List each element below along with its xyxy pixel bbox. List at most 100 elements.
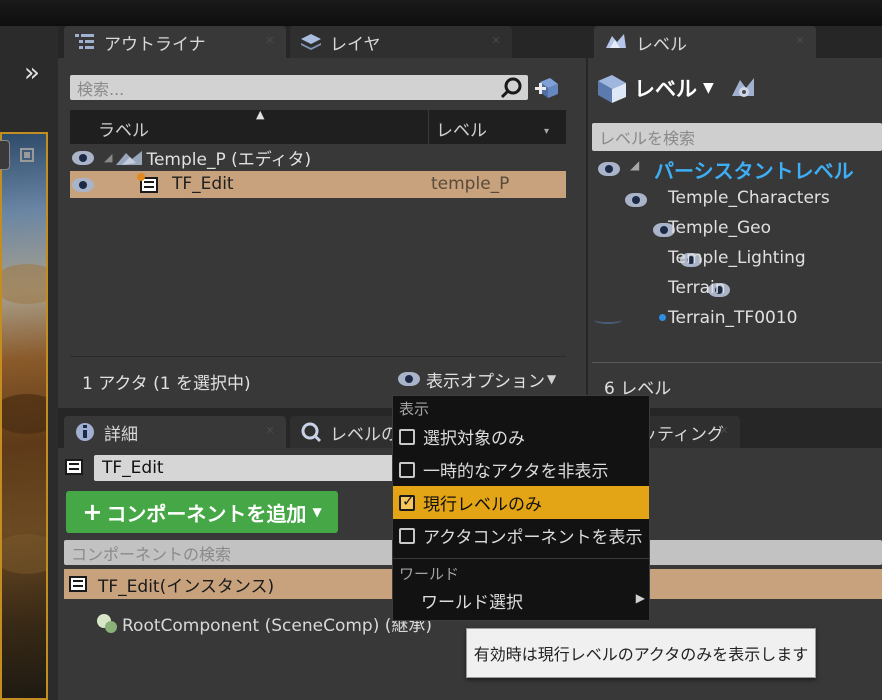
add-actor-icon[interactable] (534, 74, 562, 100)
level-item[interactable]: Temple_Geo (668, 218, 771, 238)
close-tab-icon[interactable]: ✕ (794, 35, 806, 47)
outliner-icon (75, 34, 94, 49)
sort-ascending-icon: ▲ (256, 108, 265, 121)
outliner-status-text: 1 アクタ (1 を選択中) (82, 374, 251, 394)
details-icon (76, 423, 94, 441)
close-tab-icon[interactable]: ✕ (264, 35, 276, 47)
close-tab-icon[interactable]: ✕ (718, 425, 730, 437)
tree-root-label: Temple_P (エディタ) (146, 150, 312, 170)
menu-item-current-level-only[interactable]: 現行レベルのみ (393, 486, 649, 519)
maximize-viewport-icon[interactable] (20, 148, 34, 162)
level-details-icon[interactable] (730, 74, 756, 100)
checkbox-unchecked[interactable] (399, 527, 415, 544)
menu-item-show-actor-components[interactable]: アクタコンポーネントを表示 (393, 519, 649, 552)
visibility-eye-icon[interactable] (625, 193, 648, 207)
tab-layers-label: レイヤ (330, 34, 381, 55)
checkbox-unchecked[interactable] (399, 428, 415, 445)
outliner-search-placeholder: 検索... (77, 79, 125, 99)
tab-levels-label: レベル (636, 34, 687, 55)
view-options-button[interactable]: 表示オプション ▼ (398, 367, 557, 392)
level-status-dot (659, 314, 666, 321)
root-component-label: RootComponent (SceneComp) (継承) (122, 615, 433, 636)
scene-component-icon (97, 614, 117, 633)
levels-icon (606, 34, 626, 48)
expand-arrow-icon[interactable]: ◢ (630, 158, 639, 172)
column-level[interactable]: レベル (436, 116, 487, 141)
tooltip-text: 有効時は現行レベルのアクタのみを表示します (473, 645, 809, 664)
outliner-search-input[interactable]: 検索... (70, 75, 528, 100)
world-icon (116, 150, 143, 165)
tab-level-details-label: レベルの (330, 424, 398, 445)
divider (592, 362, 882, 363)
menu-item-label: 一時的なアクタを非表示 (423, 462, 609, 482)
menu-item-label: 現行レベルのみ (423, 495, 542, 515)
tree-selected-level: temple_P (431, 174, 510, 194)
chevron-down-icon: ▼ (547, 372, 557, 386)
menu-item-label: 選択対象のみ (423, 429, 525, 449)
view-options-label: 表示オプション (426, 371, 545, 392)
actor-name-input[interactable]: TF_Edit (94, 455, 394, 481)
outliner-column-header: ラベル ▲ レベル ▾ (70, 108, 566, 144)
visibility-eye-icon[interactable] (72, 150, 94, 165)
menu-separator (393, 558, 649, 559)
column-label[interactable]: ラベル (98, 116, 149, 141)
chevron-down-icon: ▼ (312, 505, 322, 519)
close-tab-icon[interactable]: ✕ (264, 425, 276, 437)
component-instance-label: TF_Edit(インスタンス) (98, 576, 275, 597)
divider (70, 356, 566, 357)
tab-details[interactable]: 詳細 ✕ (64, 416, 286, 448)
visibility-eye-icon[interactable] (72, 177, 94, 192)
column-options-icon[interactable]: ▾ (544, 126, 549, 137)
actor-icon (137, 173, 158, 193)
level-item[interactable]: Temple_Lighting (668, 248, 806, 268)
plus-icon: + (82, 498, 103, 526)
view-options-eye-icon (398, 372, 420, 386)
add-component-button[interactable]: + コンポーネントを追加 ▼ (66, 491, 338, 533)
title-bar (0, 0, 882, 26)
tab-outliner-label: アウトライナ (104, 34, 206, 55)
level-search-tab-icon (301, 422, 322, 443)
root-component-row[interactable]: RootComponent (SceneComp) (継承) (94, 610, 432, 636)
actor-icon (65, 459, 83, 475)
tab-levels[interactable]: レベル ✕ (594, 26, 816, 58)
level-item[interactable]: Temple_Characters (668, 188, 830, 208)
tree-row-root[interactable]: ◢ Temple_P (エディタ) (70, 144, 566, 171)
chevron-right-icon: ▶ (635, 591, 645, 605)
add-component-label: コンポーネントを追加 (106, 501, 307, 526)
view-options-menu: 表示 選択対象のみ 一時的なアクタを非表示 現行レベルのみ アクタコンポーネント… (392, 395, 650, 621)
viewport[interactable] (0, 132, 48, 700)
levels-dropdown[interactable]: レベル ▼ (596, 70, 714, 106)
menu-item-hide-temporary-actors[interactable]: 一時的なアクタを非表示 (393, 453, 649, 486)
level-search-placeholder: レベルを検索 (599, 129, 696, 148)
menu-item-selected-only[interactable]: 選択対象のみ (393, 420, 649, 453)
visibility-eye-icon[interactable] (598, 162, 620, 176)
menu-section-world: ワールド (399, 565, 460, 583)
tree-row-selected[interactable]: TF_Edit temple_P (70, 171, 566, 198)
tab-layers[interactable]: レイヤ ✕ (290, 26, 512, 58)
expand-arrow-icon[interactable]: ◢ (104, 151, 112, 164)
tree-selected-label: TF_Edit (172, 174, 234, 194)
hidden-eye-icon[interactable] (594, 316, 622, 324)
tab-level-details[interactable]: レベルの (290, 416, 400, 448)
component-search-placeholder: コンポーネントの検索 (71, 544, 232, 564)
close-tab-icon[interactable]: ✕ (490, 35, 502, 47)
viewport-toggle-button[interactable] (0, 140, 10, 170)
levels-dropdown-label: レベル (634, 77, 697, 101)
checkbox-checked[interactable] (399, 492, 415, 511)
levels-menu-icon (598, 75, 626, 103)
menu-section-display: 表示 (399, 400, 430, 418)
chevron-down-icon: ▼ (703, 80, 714, 96)
tab-settings[interactable]: ッティング ✕ (640, 416, 740, 448)
expand-panels-icon[interactable]: » (14, 58, 50, 90)
level-item[interactable]: Terrain (668, 278, 726, 298)
persistent-level-label[interactable]: パーシスタントレベル (654, 155, 854, 184)
tab-outliner[interactable]: アウトライナ ✕ (64, 26, 286, 58)
actor-name-value: TF_Edit (102, 458, 164, 478)
level-search-input[interactable]: レベルを検索 (592, 123, 882, 151)
checkbox-unchecked[interactable] (399, 461, 415, 478)
layers-icon (301, 34, 321, 50)
menu-item-label: ワールド選択 (421, 592, 523, 613)
level-item[interactable]: Terrain_TF0010 (668, 308, 797, 328)
tooltip: 有効時は現行レベルのアクタのみを表示します (466, 628, 816, 678)
menu-item-world-select[interactable]: ワールド選択 ▶ (393, 585, 649, 615)
